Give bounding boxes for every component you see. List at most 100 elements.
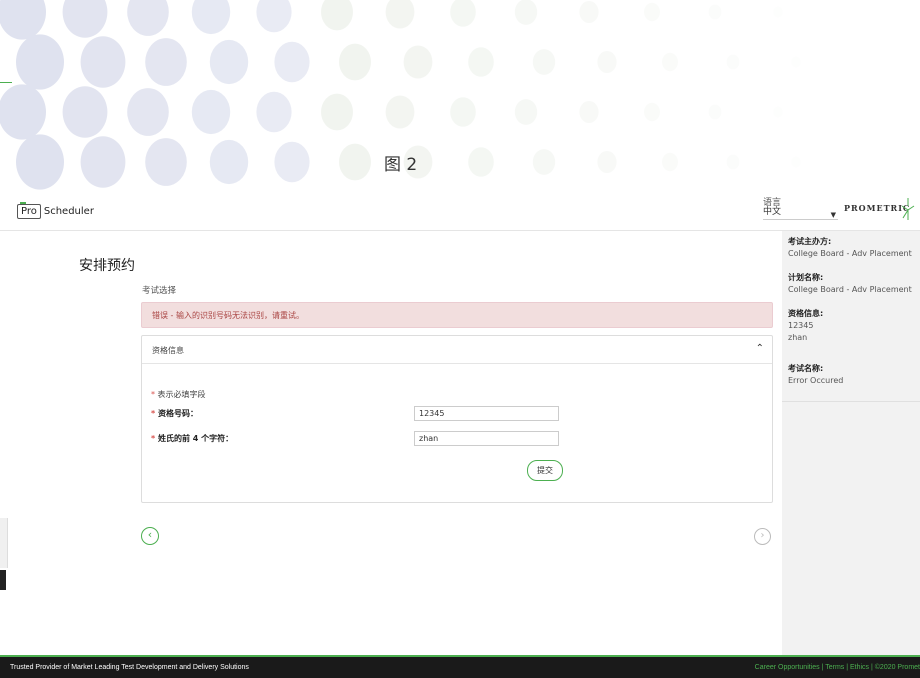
panel-title: 资格信息 (152, 346, 184, 355)
prometric-logo-icon (901, 198, 915, 220)
decorative-dot (532, 49, 556, 75)
language-value: 中文 (763, 207, 782, 217)
decorative-dot (726, 54, 740, 70)
eligibility-id-label-text: 资格号码： (157, 409, 198, 418)
error-alert: 错误 - 输入的识别号码无法识别，请重试。 (141, 302, 773, 328)
decorative-dot (209, 39, 249, 85)
decorative-dot (644, 2, 660, 22)
decorative-dot (791, 156, 801, 168)
program-title: 计划名称: (788, 273, 824, 282)
decorative-dot (321, 93, 353, 131)
decorative-dot (662, 152, 678, 172)
last-name-label-text: 姓氏的前 4 个字符： (157, 434, 234, 443)
footer-tagline: Trusted Provider of Market Leading Test … (10, 664, 249, 671)
decorative-dot (16, 34, 64, 90)
decorative-dot (597, 150, 617, 174)
decorative-dot (145, 38, 187, 86)
last-name-label: * 姓氏的前 4 个字符： (151, 433, 233, 444)
exam-value: Error Occured (788, 376, 844, 385)
decorative-dot (385, 0, 415, 29)
eligibility-id-label: * 资格号码： (151, 408, 198, 419)
section-label: 考试选择 (142, 286, 177, 296)
previous-button[interactable]: ‹ (141, 527, 159, 545)
chevron-right-icon: › (760, 530, 765, 541)
decorative-banner: 图 2 (0, 0, 920, 193)
required-star: * (151, 409, 156, 418)
decorative-dot (127, 0, 169, 36)
proscheduler-logo[interactable]: Pro Scheduler (17, 201, 94, 221)
panel-header[interactable]: 资格信息 ⌃ (142, 336, 772, 364)
eligibility-title: 资格信息: (788, 309, 824, 318)
decorative-dot (191, 89, 231, 135)
footer-links[interactable]: Career Opportunities | Terms | Ethics | … (755, 664, 920, 671)
dot-pattern (0, 0, 801, 190)
left-edge-marker (0, 570, 6, 590)
decorative-dot (514, 0, 538, 25)
decorative-dot (532, 149, 556, 175)
main-content: 安排预约 考试选择 错误 - 输入的识别号码无法识别，请重试。 资格信息 ⌃ *… (0, 231, 782, 655)
chevron-up-icon[interactable]: ⌃ (756, 343, 764, 354)
decorative-dot (256, 0, 292, 33)
logo-pro-text: Pro (17, 201, 41, 219)
eligibility-panel: 资格信息 ⌃ * 表示必填字段 * 资格号码： 12345 * 姓氏的前 4 个… (141, 335, 773, 503)
decorative-dot (514, 99, 538, 125)
decorative-dot (579, 0, 599, 24)
decorative-dot (450, 97, 476, 127)
error-message: 错误 - 输入的识别号码无法识别，请重试。 (152, 311, 304, 320)
decorative-dot (339, 143, 371, 181)
language-select[interactable]: 中文 ▼ (763, 205, 838, 220)
exam-title: 考试名称: (788, 364, 824, 373)
decorative-dot (644, 102, 660, 122)
decorative-dot (16, 134, 64, 190)
banner-accent-line (0, 82, 12, 83)
program-value: College Board - Adv Placement (788, 285, 912, 294)
decorative-dot (191, 0, 231, 35)
sponsor-title: 考试主办方: (788, 237, 832, 246)
eligibility-id-value: 12345 (788, 321, 814, 330)
decorative-dot (662, 52, 678, 72)
decorative-dot (0, 84, 46, 140)
decorative-dot (579, 100, 599, 124)
exam-summary-sidebar: 考试主办方: College Board - Adv Placement 计划名… (782, 231, 920, 655)
decorative-dot (274, 41, 310, 83)
eligibility-name-value: zhan (788, 333, 808, 342)
logo-scheduler-text: Scheduler (43, 205, 94, 217)
submit-button[interactable]: 提交 (527, 460, 563, 481)
decorative-dot (209, 139, 249, 185)
required-note: * 表示必填字段 (151, 389, 206, 400)
decorative-dot (726, 154, 740, 170)
sidebar-divider (782, 401, 920, 402)
sponsor-value: College Board - Adv Placement (788, 249, 912, 258)
decorative-dot (145, 138, 187, 186)
left-edge-panel (0, 518, 8, 568)
page-footer: Trusted Provider of Market Leading Test … (0, 655, 920, 678)
decorative-dot (468, 147, 494, 177)
decorative-dot (127, 88, 169, 136)
last-name-input[interactable]: zhan (414, 431, 559, 446)
decorative-dot (791, 56, 801, 68)
eligibility-id-input[interactable]: 12345 (414, 406, 559, 421)
next-button[interactable]: › (754, 528, 771, 545)
decorative-dot (62, 86, 108, 138)
decorative-dot (708, 4, 722, 20)
decorative-dot (274, 141, 310, 183)
decorative-dot (256, 91, 292, 133)
chevron-down-icon: ▼ (830, 211, 836, 219)
chevron-left-icon: ‹ (147, 528, 153, 541)
decorative-dot (80, 136, 126, 188)
decorative-dot (468, 47, 494, 77)
exam-block: 考试名称: Error Occured (788, 363, 843, 387)
decorative-dot (403, 45, 433, 79)
required-star: * (151, 390, 155, 399)
decorative-dot (773, 6, 783, 18)
decorative-dot (0, 0, 46, 40)
decorative-dot (385, 95, 415, 129)
sponsor-block: 考试主办方: College Board - Adv Placement (788, 236, 912, 260)
figure-caption: 图 2 (384, 155, 418, 175)
decorative-dot (450, 0, 476, 27)
decorative-dot (321, 0, 353, 31)
decorative-dot (62, 0, 108, 38)
page-title: 安排预约 (79, 258, 135, 274)
decorative-dot (708, 104, 722, 120)
decorative-dot (597, 50, 617, 74)
